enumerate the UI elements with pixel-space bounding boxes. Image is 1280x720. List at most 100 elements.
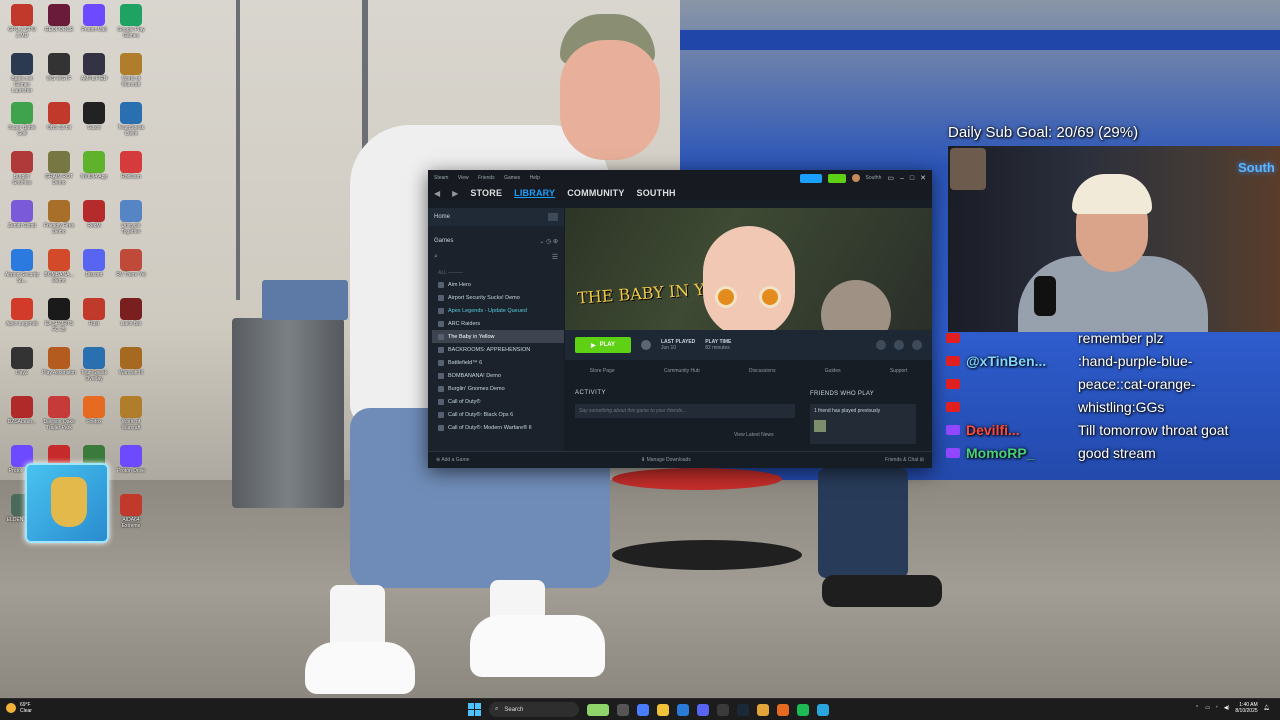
file-explorer-icon[interactable] — [657, 703, 669, 716]
desktop-icon[interactable]: GEOFORCE — [41, 4, 77, 33]
selected-desktop-icon[interactable] — [25, 463, 109, 543]
desktop-icon[interactable]: Discord — [76, 249, 112, 278]
chevron-down-icon[interactable]: ⌄ ◷ ⊕ — [539, 238, 558, 245]
widget-icon[interactable] — [587, 703, 609, 716]
grid-view-icon[interactable] — [548, 213, 558, 221]
tray-chevron-icon[interactable]: ⌃ — [1195, 705, 1199, 711]
close-icon[interactable]: ✕ — [920, 174, 926, 182]
tab-store[interactable]: STORE — [470, 188, 502, 198]
desktop-icon[interactable]: Super Battle Golf — [4, 102, 40, 137]
games-filter-row[interactable]: Games ⌄ ◷ ⊕ — [428, 232, 564, 250]
desktop-icon[interactable]: OBS 32 bit — [41, 102, 77, 131]
subnav-store-page[interactable]: Store Page — [590, 368, 615, 374]
game-list-item[interactable]: BACKROOMS: APPREHENSION — [432, 343, 564, 356]
add-game-button[interactable]: ⊕ Add a Game — [436, 457, 469, 463]
weather-widget[interactable]: 69°F Clear — [6, 702, 32, 714]
subnav-guides[interactable]: Guides — [825, 368, 841, 374]
desktop-icon[interactable]: Airport Security Su... — [4, 249, 40, 284]
maximize-icon[interactable]: □ — [910, 175, 914, 182]
info-icon[interactable] — [894, 340, 904, 350]
desktop-icon[interactable]: Proton Mail — [76, 4, 112, 33]
steam-window[interactable]: Steam View Friends Games Help Southh ▭ –… — [428, 170, 932, 468]
desktop-icon[interactable]: Unicycle Together — [113, 200, 149, 235]
desktop-icon[interactable]: Liar's Bar — [113, 298, 149, 327]
desktop-icon[interactable]: Davison Oaks Trailer Park — [41, 396, 77, 431]
bell-icon[interactable]: 🔔︎ — [1264, 705, 1270, 711]
discord-icon[interactable] — [697, 703, 709, 716]
desktop-icon[interactable]: Firefox — [76, 396, 112, 425]
forward-arrow-icon[interactable]: ▶ — [452, 189, 458, 198]
desktop-icon[interactable]: BOMBANA... Demo — [41, 249, 77, 284]
desktop-icon[interactable]: World of Warcraft — [113, 53, 149, 88]
desktop-icon[interactable]: DayZ — [4, 347, 40, 376]
desktop-icon[interactable]: RedM — [76, 200, 112, 229]
desktop-icon[interactable]: Google Play Games — [113, 4, 149, 39]
game-list-item[interactable]: The Baby in Yellow — [432, 330, 564, 343]
activity-input[interactable]: Say something about this game to your fr… — [575, 404, 795, 418]
menu-view[interactable]: View — [458, 175, 469, 181]
game-list-item[interactable]: Call of Duty® — [432, 395, 564, 408]
edge-icon[interactable] — [677, 703, 689, 716]
task-view-icon[interactable] — [617, 703, 629, 716]
chrome-icon[interactable] — [757, 703, 769, 716]
desktop-icon[interactable]: EA SPORTS FC 25 — [41, 298, 77, 333]
desktop-icon[interactable]: TeamSpeak Client — [113, 102, 149, 137]
friends-chat-button[interactable]: Friends & Chat ⊞ — [885, 457, 924, 463]
game-list-item[interactable]: Burglin' Gnomes Demo — [432, 382, 564, 395]
network-icon[interactable]: ▭ — [1205, 705, 1210, 711]
play-button[interactable]: ▶ PLAY — [575, 337, 631, 353]
tab-library[interactable]: LIBRARY — [514, 188, 555, 198]
subnav-support[interactable]: Support — [890, 368, 908, 374]
tab-user[interactable]: SOUTHH — [637, 188, 676, 198]
desktop-icon[interactable]: Rust — [76, 298, 112, 327]
game-list-item[interactable]: Aim Hero — [432, 278, 564, 291]
favorite-icon[interactable] — [912, 340, 922, 350]
manage-downloads-button[interactable]: ⬇ Manage Downloads — [641, 457, 691, 463]
search-icon[interactable]: ⌕ — [434, 253, 438, 261]
menu-games[interactable]: Games — [504, 175, 520, 181]
monitor-icon[interactable]: ▭ — [887, 174, 894, 182]
game-list-item[interactable]: Airport Security Sucks! Demo — [432, 291, 564, 304]
game-list-item[interactable]: BOMBANANA! Demo — [432, 369, 564, 382]
desktop-icon[interactable]: Friendly Fires Demo — [41, 200, 77, 235]
desktop-icon[interactable]: AMPLIFIED — [76, 53, 112, 82]
username[interactable]: Southh — [866, 175, 882, 181]
desktop-icon[interactable]: Play Ascension — [41, 347, 77, 376]
minimize-icon[interactable]: – — [900, 175, 904, 182]
desktop-icon[interactable]: GPU-Z GPU Z.MD — [4, 4, 40, 39]
clock[interactable]: 1:40 AM 8/10/2025 — [1235, 702, 1257, 714]
copilot-icon[interactable] — [637, 703, 649, 716]
tab-community[interactable]: COMMUNITY — [567, 188, 624, 198]
menu-help[interactable]: Help — [530, 175, 540, 181]
gear-icon[interactable] — [876, 340, 886, 350]
view-news-link[interactable]: View Latest News — [734, 432, 774, 438]
filter-icon[interactable]: ☰ — [552, 253, 558, 261]
broadcast-icon[interactable] — [799, 173, 822, 183]
desktop-icon[interactable]: DZSALaun... — [4, 396, 40, 425]
telegram-icon[interactable] — [817, 703, 829, 716]
steam-icon[interactable] — [737, 703, 749, 716]
desktop-icon[interactable]: RobCam — [113, 151, 149, 180]
friends-box[interactable]: 1 friend has played previously — [810, 404, 916, 444]
desktop-icon[interactable]: TeamSpeak Overlay — [76, 347, 112, 382]
desktop-icon[interactable]: AIDA64 Extreme — [113, 494, 149, 529]
desktop-icon[interactable]: Battle.net Games Launcher — [4, 53, 40, 94]
back-arrow-icon[interactable]: ◀ — [434, 189, 440, 198]
game-list-item[interactable]: Battlefield™ 6 — [432, 356, 564, 369]
menu-friends[interactable]: Friends — [478, 175, 495, 181]
game-list-item[interactable]: Call of Duty®: Black Ops 6 — [432, 408, 564, 421]
menu-steam[interactable]: Steam — [434, 175, 448, 181]
desktop-icon[interactable]: Apex Legends — [4, 298, 40, 327]
start-icon[interactable] — [468, 703, 481, 716]
firefox-icon[interactable] — [777, 703, 789, 716]
game-list-item[interactable]: ARC Raiders — [432, 317, 564, 330]
subnav-discussions[interactable]: Discussions — [749, 368, 776, 374]
spotify-icon[interactable] — [797, 703, 809, 716]
desktop-icon[interactable]: RV There Yet — [113, 249, 149, 278]
desktop-icon[interactable]: NVIDIA App — [76, 151, 112, 180]
subnav-community-hub[interactable]: Community Hub — [664, 368, 700, 374]
desktop-icon[interactable]: Zenith Climb — [4, 200, 40, 229]
desktop-icon[interactable]: Proton Drive — [113, 445, 149, 474]
desktop-icon[interactable]: Warcraft III — [113, 347, 149, 376]
library-home[interactable]: Home — [428, 208, 564, 226]
